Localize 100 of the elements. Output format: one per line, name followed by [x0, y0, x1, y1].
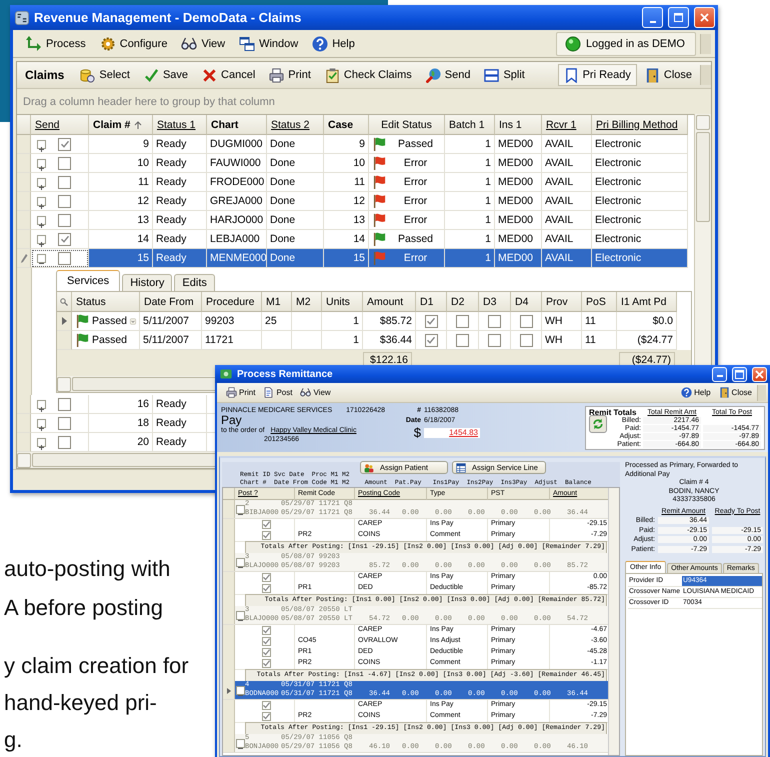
checkbox[interactable] — [424, 314, 438, 328]
vertical-scrollbar[interactable] — [608, 488, 619, 755]
menu-item[interactable]: View — [176, 34, 230, 54]
checkbox[interactable] — [456, 314, 469, 328]
checkbox[interactable] — [488, 334, 501, 346]
toolbar-button[interactable]: Post — [260, 386, 296, 399]
toolbar-button[interactable]: Send — [420, 64, 476, 86]
refresh-button[interactable] — [589, 415, 607, 433]
collapse-button[interactable] — [236, 738, 244, 748]
checkbox[interactable] — [58, 214, 71, 226]
table-cell: 18 — [89, 414, 153, 433]
toolbar-button[interactable]: Print — [263, 64, 317, 86]
maximize-button[interactable] — [732, 366, 747, 382]
toolbar-button[interactable]: Pri Ready — [558, 64, 637, 86]
collapse-button[interactable] — [236, 686, 244, 694]
checkbox[interactable] — [58, 176, 71, 188]
close-button[interactable] — [694, 7, 715, 28]
row-selector[interactable] — [57, 312, 72, 331]
toolbar-button[interactable]: Help — [678, 386, 714, 399]
checkbox[interactable] — [488, 314, 501, 328]
checkbox[interactable] — [520, 314, 532, 328]
column-header[interactable]: Claim # — [89, 115, 153, 135]
clipboard-icon — [324, 68, 340, 82]
checkbox[interactable] — [262, 584, 271, 593]
column-header[interactable]: Date From — [140, 292, 202, 312]
column-header[interactable]: Pri Billing Method — [592, 115, 688, 135]
minimize-button[interactable] — [642, 7, 663, 28]
toolbar-button[interactable]: Print — [223, 386, 258, 399]
column-header[interactable]: M1 — [262, 292, 292, 312]
toolbar-button[interactable]: Save — [138, 64, 194, 86]
column-header[interactable]: D3 — [479, 292, 511, 312]
toolbar-button[interactable]: Close — [638, 64, 698, 86]
minimize-button[interactable] — [712, 366, 727, 382]
column-header[interactable]: D4 — [511, 292, 542, 312]
row-selector[interactable] — [17, 249, 31, 268]
checkbox[interactable] — [58, 194, 71, 208]
checkbox[interactable] — [58, 156, 71, 170]
toolbar-overflow[interactable] — [700, 34, 711, 54]
collapse-button[interactable] — [236, 504, 244, 514]
toolbar-button[interactable]: Close — [716, 386, 755, 399]
column-header[interactable]: Units — [322, 292, 363, 312]
menu-item[interactable]: Process — [21, 34, 91, 54]
checkbox[interactable] — [58, 436, 71, 448]
checkbox[interactable] — [456, 334, 469, 346]
column-header[interactable]: Rcvr 1 — [542, 115, 592, 135]
checkbox[interactable] — [262, 712, 271, 721]
checkbox[interactable] — [262, 626, 271, 635]
check-icon — [60, 236, 68, 242]
column-header[interactable]: Procedure — [202, 292, 262, 312]
column-header[interactable]: Batch 1 — [445, 115, 495, 135]
toolbar-button[interactable]: Cancel — [196, 64, 262, 86]
column-header[interactable]: Chart — [207, 115, 267, 135]
column-header[interactable]: I1 Amt Pd — [617, 292, 677, 312]
column-header[interactable]: Status — [72, 292, 140, 312]
menu-item[interactable]: Help — [307, 34, 360, 54]
toolbar-button[interactable]: Split — [478, 64, 531, 86]
tab[interactable]: Services — [56, 270, 120, 291]
column-header[interactable]: Case — [324, 115, 369, 135]
column-header[interactable]: M2 — [292, 292, 322, 312]
collapse-button[interactable] — [37, 254, 46, 262]
toolbar-button[interactable]: Select — [74, 64, 136, 86]
checkbox[interactable] — [58, 138, 71, 150]
maximize-button[interactable] — [668, 7, 689, 28]
amount-field[interactable]: 1454.83 — [424, 428, 480, 438]
checkbox[interactable] — [58, 252, 71, 264]
checkbox[interactable] — [424, 334, 438, 346]
column-header[interactable]: Edit Status — [369, 115, 445, 135]
menu-item[interactable]: Window — [234, 34, 304, 54]
checkbox[interactable] — [262, 572, 271, 582]
tab[interactable]: History — [122, 274, 172, 291]
column-header[interactable]: Ins 1 — [495, 115, 542, 135]
checkbox[interactable] — [262, 520, 271, 529]
column-header[interactable]: Amount — [363, 292, 416, 312]
collapse-button[interactable] — [236, 610, 244, 620]
checkbox[interactable] — [262, 658, 271, 668]
column-header[interactable]: Prov — [542, 292, 582, 312]
toolbar-button[interactable]: Check Claims — [318, 64, 418, 86]
checkbox[interactable] — [520, 334, 532, 346]
menu-item[interactable]: Configure — [94, 34, 172, 54]
search-icon[interactable] — [60, 298, 68, 306]
column-header[interactable]: Status 2 — [267, 115, 324, 135]
checkbox[interactable] — [58, 416, 71, 430]
tab[interactable]: Edits — [174, 274, 215, 291]
toolbar-button[interactable]: View — [297, 386, 334, 399]
column-header[interactable]: PoS — [582, 292, 617, 312]
column-header[interactable]: D2 — [447, 292, 479, 312]
checkbox[interactable] — [58, 232, 71, 246]
collapse-button[interactable] — [236, 558, 244, 566]
close-button[interactable] — [752, 366, 767, 382]
checkbox[interactable] — [58, 398, 71, 410]
checkbox[interactable] — [262, 530, 271, 540]
table-cell: MED00 — [495, 211, 542, 230]
table-cell: AVAIL — [542, 173, 592, 192]
checkbox[interactable] — [262, 700, 271, 710]
column-header[interactable]: Status 1 — [153, 115, 207, 135]
checkbox[interactable] — [262, 648, 271, 657]
checkbox[interactable] — [262, 636, 271, 646]
column-header[interactable]: Send — [31, 115, 89, 135]
column-header[interactable]: D1 — [416, 292, 447, 312]
row-selector[interactable] — [223, 681, 235, 699]
